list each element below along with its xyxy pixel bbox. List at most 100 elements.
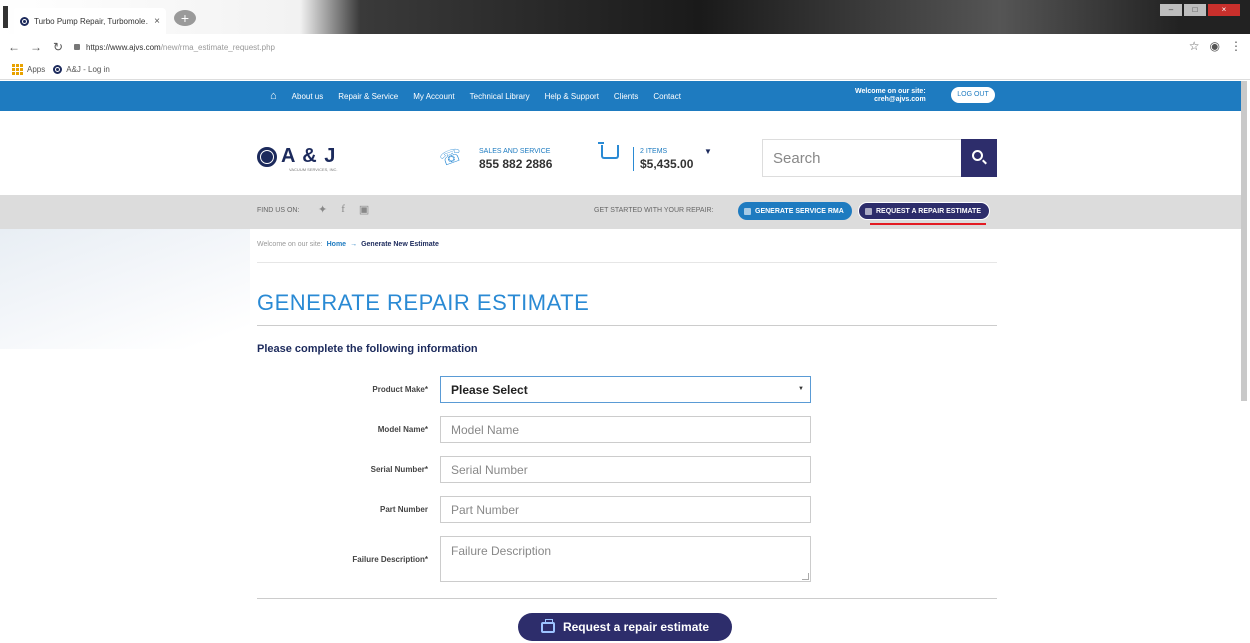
page-scrollbar[interactable] [1240, 81, 1248, 401]
address-bar[interactable]: https://www.ajvs.com/new/rma_estimate_re… [74, 43, 275, 52]
maximize-button[interactable]: □ [1184, 4, 1206, 16]
cart-item-count[interactable]: 2 ITEMS [640, 148, 667, 155]
sales-label: SALES AND SERVICE [479, 148, 551, 155]
facebook-icon[interactable]: f [341, 203, 345, 216]
welcome-text: Welcome on our site: creh@ajvs.com [855, 88, 926, 104]
nav-help-support[interactable]: Help & Support [545, 92, 599, 101]
breadcrumb: Welcome on our site: Home → Generate New… [257, 241, 439, 248]
active-indicator [870, 223, 986, 225]
bookmark-star-icon[interactable]: ☆ [1189, 39, 1200, 53]
url-path: /new/rma_estimate_request.php [160, 42, 275, 52]
request-estimate-submit-button[interactable]: Request a repair estimate [518, 613, 732, 641]
home-icon[interactable]: ⌂ [270, 90, 277, 102]
cart-total[interactable]: $5,435.00 [640, 157, 693, 171]
nav-repair-service[interactable]: Repair & Service [338, 92, 398, 101]
bookmark-aj-login[interactable]: A&J - Log in [53, 65, 110, 74]
generate-service-rma-button[interactable]: GENERATE SERVICE RMA [738, 202, 852, 220]
tab-close-icon[interactable]: × [154, 16, 160, 27]
bookmarks-bar: Apps A&J - Log in [0, 60, 1250, 80]
product-make-label: Product Make* [372, 385, 428, 394]
sales-phone[interactable]: 855 882 2886 [479, 157, 552, 171]
site-top-nav: ⌂ About us Repair & Service My Account T… [0, 81, 1241, 111]
welcome-line: Welcome on our site: [855, 88, 926, 95]
divider [257, 598, 997, 599]
window-close-button[interactable]: × [1208, 4, 1240, 16]
get-started-label: GET STARTED WITH YOUR REPAIR: [594, 207, 714, 214]
scrollbar-thumb[interactable] [1241, 81, 1247, 401]
site-favicon-icon [53, 65, 63, 74]
breadcrumb-home[interactable]: Home [327, 241, 346, 248]
browser-tabstrip: Turbo Pump Repair, Turbomole… × + – □ × [0, 0, 1250, 34]
cart-dropdown-icon[interactable]: ▼ [704, 147, 712, 156]
serial-number-label: Serial Number* [370, 465, 428, 474]
forward-arrow-icon[interactable]: → [30, 40, 42, 54]
failure-description-label: Failure Description* [352, 555, 428, 564]
divider [257, 325, 997, 326]
social-links: ✦ f ▣ [318, 203, 369, 216]
search-input[interactable] [762, 139, 962, 177]
lock-icon [74, 44, 80, 50]
request-repair-estimate-button[interactable]: REQUEST A REPAIR ESTIMATE [858, 202, 991, 220]
twitter-icon[interactable]: ✦ [318, 203, 327, 216]
site-favicon-icon [20, 16, 29, 26]
reload-icon[interactable]: ↻ [52, 40, 64, 54]
site-logo[interactable]: A & J [257, 145, 336, 168]
nav-contact[interactable]: Contact [653, 92, 681, 101]
button-label: GENERATE SERVICE RMA [755, 207, 844, 215]
nav-about-us[interactable]: About us [292, 92, 324, 101]
search-icon [972, 150, 983, 161]
page-title: GENERATE REPAIR ESTIMATE [257, 290, 590, 315]
logo-text: A & J [281, 145, 337, 167]
find-us-label: FIND US ON: [257, 207, 300, 214]
resize-handle-icon[interactable] [802, 573, 809, 580]
logo-subtitle: VACUUM SERVICES, INC. [289, 167, 338, 172]
product-make-value: Please Select [451, 382, 528, 397]
cart-divider [633, 147, 634, 171]
logout-button[interactable]: LOG OUT [951, 87, 995, 103]
apps-grid-icon [12, 64, 23, 75]
serial-number-input[interactable] [440, 456, 811, 483]
window-controls: – □ × [1160, 4, 1240, 16]
browser-tab[interactable]: Turbo Pump Repair, Turbomole… × [14, 8, 166, 34]
part-number-label: Part Number [379, 505, 428, 514]
phone-icon: ☏ [437, 143, 466, 171]
part-number-input[interactable] [440, 496, 811, 523]
youtube-icon[interactable]: ▣ [359, 203, 369, 216]
bookmark-label: A&J - Log in [66, 65, 110, 74]
minimize-button[interactable]: – [1160, 4, 1182, 16]
profile-icon[interactable]: ◉ [1210, 39, 1220, 53]
browser-toolbar: ← → ↻ https://www.ajvs.com/new/rma_estim… [0, 34, 1250, 60]
menu-dots-icon[interactable]: ⋮ [1230, 39, 1242, 53]
nav-technical-library[interactable]: Technical Library [470, 92, 530, 101]
breadcrumb-arrow-icon: → [350, 241, 358, 248]
welcome-email: creh@ajvs.com [874, 96, 926, 103]
failure-description-input[interactable] [440, 536, 811, 582]
product-make-select[interactable]: Please Select ▼ [440, 376, 811, 403]
breadcrumb-current: Generate New Estimate [361, 241, 439, 248]
button-label: REQUEST A REPAIR ESTIMATE [876, 207, 982, 215]
model-name-input[interactable] [440, 416, 811, 443]
model-name-label: Model Name* [377, 425, 428, 434]
printer-icon [540, 618, 555, 633]
wrench-icon [865, 207, 872, 215]
url-domain: https://www.ajvs.com [86, 42, 161, 52]
logo-mark-icon [257, 146, 277, 167]
document-icon [744, 207, 751, 215]
nav-my-account[interactable]: My Account [413, 92, 454, 101]
nav-clients[interactable]: Clients [614, 92, 638, 101]
bookmark-apps[interactable]: Apps [12, 64, 45, 75]
decorative-banner [0, 229, 250, 349]
search-button[interactable] [961, 139, 997, 177]
submit-label: Request a repair estimate [562, 620, 710, 634]
divider [257, 262, 997, 263]
form-section-heading: Please complete the following informatio… [257, 343, 478, 355]
toolbar-right-icons: ☆ ◉ ⋮ [1189, 39, 1242, 53]
back-arrow-icon[interactable]: ← [8, 40, 20, 54]
cart-icon[interactable] [598, 142, 619, 159]
breadcrumb-prefix: Welcome on our site: [257, 241, 323, 248]
bookmark-label: Apps [27, 65, 46, 74]
tab-title: Turbo Pump Repair, Turbomole… [34, 16, 150, 26]
new-tab-button[interactable]: + [174, 10, 196, 26]
chevron-down-icon: ▼ [798, 386, 804, 392]
tab-stub [3, 6, 8, 28]
